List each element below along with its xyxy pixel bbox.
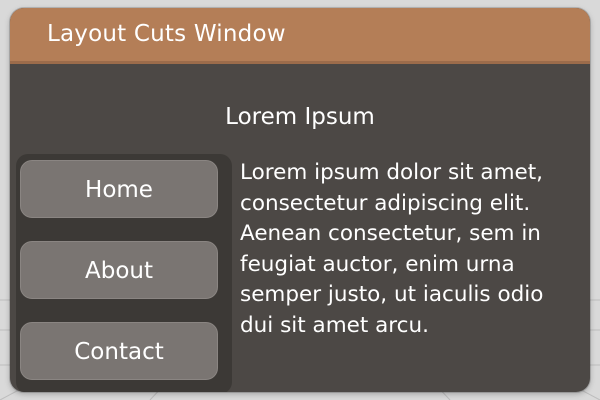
body-paragraph: Lorem ipsum dolor sit amet, consectetur …: [240, 160, 544, 338]
contact-button[interactable]: Contact: [20, 322, 218, 380]
nav-panel: Home About Contact: [16, 154, 232, 392]
title-bar[interactable]: Layout Cuts Window: [10, 8, 590, 64]
about-button[interactable]: About: [20, 241, 218, 299]
home-button[interactable]: Home: [20, 160, 218, 218]
app-window: Layout Cuts Window Lorem Ipsum Home Abou…: [10, 8, 590, 392]
window-title: Layout Cuts Window: [47, 21, 286, 47]
page-heading: Lorem Ipsum: [225, 104, 375, 130]
